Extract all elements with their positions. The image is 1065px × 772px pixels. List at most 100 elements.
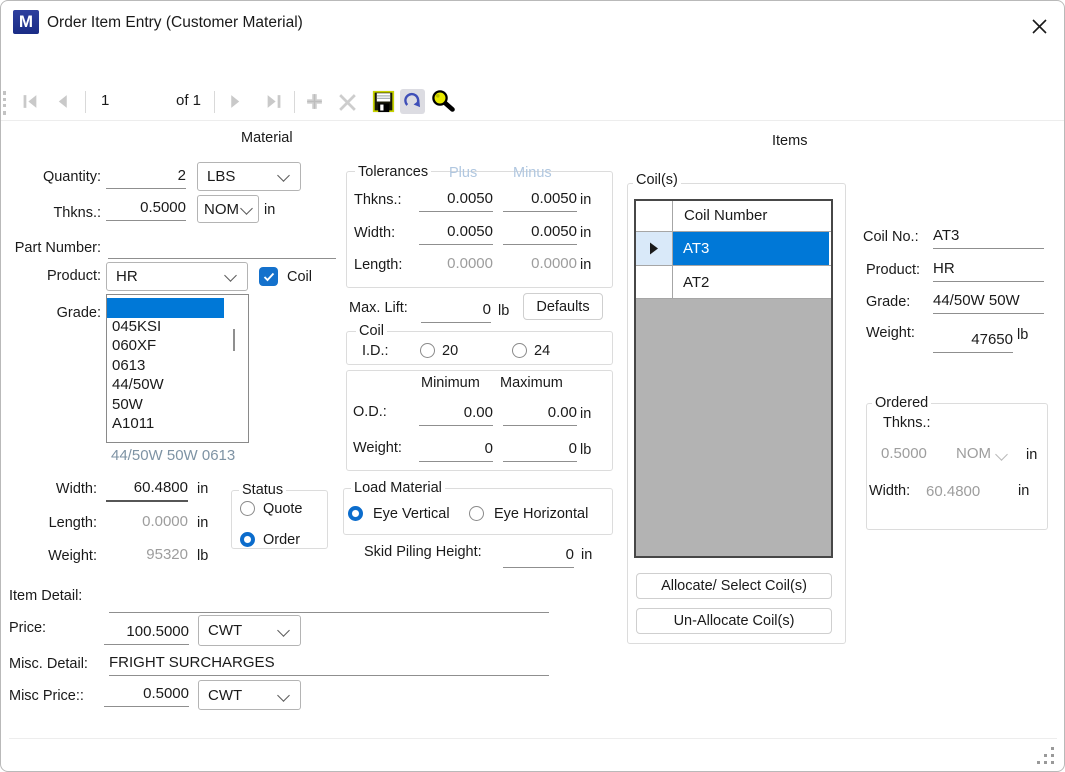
chevron-down-icon [277, 689, 290, 702]
redo-arrow-icon [402, 91, 423, 112]
skid-piling-height-label: Skid Piling Height: [364, 544, 482, 560]
weight-label: Weight: [3, 548, 97, 564]
price-unit-select[interactable]: CWT [198, 615, 301, 646]
thkns-input[interactable]: 0.5000 [106, 199, 186, 221]
delete-record-button[interactable] [337, 92, 358, 118]
tolerance-thkns-plus-input[interactable]: 0.0050 [419, 190, 493, 212]
part-number-label: Part Number: [3, 240, 101, 256]
table-row-coil-at3[interactable]: AT3 [673, 232, 829, 265]
ordered-thkns-value: 0.5000 [881, 445, 927, 462]
thkns-label: Thkns.: [3, 205, 101, 221]
max-lift-input[interactable]: 0 [421, 301, 491, 323]
record-count-label: of 1 [176, 92, 201, 109]
next-record-button[interactable] [228, 93, 243, 115]
chevron-down-icon [240, 202, 253, 215]
table-row-coil-at2[interactable]: AT2 [673, 266, 829, 298]
misc-detail-label: Misc. Detail: [9, 656, 88, 672]
quantity-unit-value: LBS [207, 168, 235, 185]
search-button[interactable] [431, 89, 455, 118]
tolerance-width-plus-input[interactable]: 0.0050 [419, 223, 493, 245]
od-label: O.D.: [353, 404, 387, 420]
grade-list-item[interactable]: 50W [107, 396, 248, 416]
coil-product-input[interactable]: HR [933, 260, 1044, 282]
quantity-input[interactable]: 2 [106, 167, 186, 189]
coil-id-20-radio[interactable] [420, 343, 435, 358]
coil-grade-label: Grade: [866, 294, 910, 310]
load-material-group-label: Load Material [351, 480, 445, 496]
row-selector-cell[interactable] [636, 232, 672, 265]
coil-no-input[interactable]: AT3 [933, 227, 1044, 249]
od-min-input[interactable]: 0.00 [419, 404, 493, 426]
row-selector-arrow-icon [649, 242, 659, 255]
width-input[interactable]: 60.4800 [106, 479, 188, 502]
max-lift-unit: lb [498, 303, 509, 319]
item-detail-input[interactable] [109, 591, 549, 613]
defaults-button[interactable]: Defaults [523, 293, 603, 320]
misc-price-unit-select[interactable]: CWT [198, 680, 301, 710]
weight-min-input[interactable]: 0 [419, 440, 493, 462]
grade-list-scrollbar[interactable] [233, 329, 235, 351]
eye-horizontal-radio[interactable] [469, 506, 484, 521]
coil-no-label: Coil No.: [863, 229, 919, 245]
misc-detail-input[interactable]: FRIGHT SURCHARGES [109, 654, 549, 676]
grade-list-item[interactable]: 045KSI [107, 318, 248, 338]
first-record-button[interactable] [22, 93, 39, 115]
od-max-input[interactable]: 0.00 [503, 404, 577, 426]
length-unit: in [197, 515, 208, 531]
weight-max-input[interactable]: 0 [503, 440, 577, 462]
next-record-icon [228, 93, 243, 110]
save-button[interactable] [372, 90, 395, 118]
coil-grade-input[interactable]: 44/50W 50W [933, 292, 1044, 314]
tolerance-length-minus-input: 0.0000 [503, 255, 577, 276]
coil-checkbox-label: Coil [287, 269, 312, 285]
price-input[interactable]: 100.5000 [104, 623, 189, 645]
resize-grip[interactable] [1037, 745, 1059, 767]
chevron-down-icon [224, 269, 237, 282]
close-button[interactable] [1025, 12, 1053, 40]
toolbar-separator [214, 91, 215, 113]
save-icon [372, 90, 395, 113]
coil-id-24-radio[interactable] [512, 343, 527, 358]
misc-price-input[interactable]: 0.5000 [104, 685, 189, 707]
skid-piling-height-input[interactable]: 0 [503, 546, 574, 568]
tolerance-width-label: Width: [354, 225, 395, 241]
tolerance-width-minus-input[interactable]: 0.0050 [503, 223, 577, 245]
coils-table: Coil Number AT3 AT2 [634, 199, 833, 558]
thkns-type-select[interactable]: NOM [197, 195, 259, 223]
maximum-column-header: Maximum [500, 375, 563, 391]
refresh-button[interactable] [400, 89, 425, 114]
item-detail-label: Item Detail: [9, 588, 82, 604]
minimum-column-header: Minimum [421, 375, 480, 391]
delete-icon [337, 92, 358, 113]
product-select[interactable]: HR [106, 262, 248, 291]
grade-listbox[interactable]: 045KSI 060XF 0613 44/50W 50W A1011 [106, 294, 249, 443]
eye-vertical-label: Eye Vertical [373, 506, 450, 522]
grade-list-item[interactable]: 44/50W [107, 376, 248, 396]
coil-checkbox[interactable] [259, 267, 278, 286]
status-group-label: Status [239, 482, 286, 498]
check-icon [263, 272, 275, 282]
coil-weight-input[interactable]: 47650 [933, 331, 1013, 353]
grade-list-item-selected[interactable] [107, 298, 224, 318]
record-number-input[interactable]: 1 [101, 92, 151, 109]
allocate-select-coils-button[interactable]: Allocate/ Select Coil(s) [636, 573, 832, 599]
ordered-thkns-select: NOM [956, 445, 991, 462]
part-number-input[interactable] [108, 237, 336, 259]
grade-list-item[interactable]: 060XF [107, 337, 248, 357]
ordered-width-unit: in [1018, 483, 1029, 499]
previous-record-button[interactable] [55, 93, 70, 115]
unallocate-coils-button[interactable]: Un-Allocate Coil(s) [636, 608, 832, 634]
toolbar-grip[interactable] [3, 91, 6, 115]
tolerance-thkns-minus-input[interactable]: 0.0050 [503, 190, 577, 212]
tolerance-thkns-unit: in [580, 192, 591, 208]
quantity-unit-select[interactable]: LBS [197, 162, 301, 191]
coil-id-24-label: 24 [534, 343, 550, 359]
quote-radio[interactable] [240, 501, 255, 516]
last-record-button[interactable] [265, 93, 282, 115]
grade-list-item[interactable]: 0613 [107, 357, 248, 377]
grade-list-item[interactable]: A1011 [107, 415, 248, 435]
add-record-button[interactable] [304, 91, 325, 117]
order-radio[interactable] [240, 532, 255, 547]
grade-hint-text: 44/50W 50W 0613 [111, 447, 235, 464]
eye-vertical-radio[interactable] [348, 506, 363, 521]
